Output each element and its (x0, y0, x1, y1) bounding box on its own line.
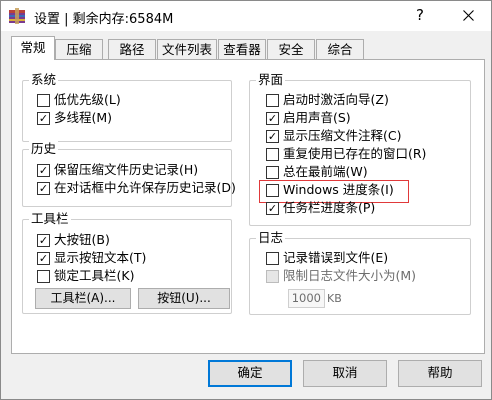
cancel-button[interactable]: 取消 (303, 360, 387, 387)
log-group: 日志 记录错误到文件(E) 限制日志文件大小为(M) 1000 KB (249, 230, 471, 315)
buttons-button[interactable]: 按钮(U)... (138, 288, 230, 309)
winrar-icon (9, 8, 25, 24)
checkbox-box (266, 148, 279, 161)
tab-file-list[interactable]: 文件列表 (157, 39, 217, 59)
checkbox-label: 启动时激活向导(Z) (283, 92, 389, 107)
tab-paths[interactable]: 路径 (108, 39, 156, 59)
interface-group-title: 界面 (256, 72, 286, 88)
history-group-title: 历史 (29, 141, 59, 157)
system-group-title: 系统 (29, 72, 59, 88)
system-group: 系统 低优先级(L) ✓ 多线程(M) (22, 72, 232, 142)
tab-misc[interactable]: 综合 (316, 39, 364, 59)
interface-group: 界面 启动时激活向导(Z) ✓ 启用声音(S) ✓ 显示压缩文件注释(C) 重复… (249, 72, 471, 226)
checkbox-label: 显示压缩文件注释(C) (283, 128, 402, 143)
checkbox-label: 任务栏进度条(P) (283, 200, 376, 215)
window-title: 设置 | 剩余内存:6584M (34, 12, 174, 27)
tab-security[interactable]: 安全 (267, 39, 315, 59)
log-size-unit: KB (327, 292, 342, 305)
checkbox-label: 显示按钮文本(T) (54, 250, 147, 265)
settings-dialog: 设置 | 剩余内存:6584M ? 常规 压缩 路径 文件列表 查看器 安全 综… (0, 0, 492, 400)
checkmark-icon: ✓ (37, 164, 50, 177)
checkbox-label: 启用声音(S) (283, 110, 351, 125)
general-tab-panel: 系统 低优先级(L) ✓ 多线程(M) 历史 ✓ 保留压缩文件历史记录(H) ✓… (11, 59, 485, 354)
help-title-button[interactable]: ? (397, 1, 443, 31)
log-size-input[interactable]: 1000 (288, 289, 325, 308)
checkbox-label: 锁定工具栏(K) (54, 268, 135, 283)
checkbox-label: 保留压缩文件历史记录(H) (54, 162, 199, 177)
checkbox-label: 大按钮(B) (54, 232, 110, 247)
checkmark-icon: ✓ (37, 234, 50, 247)
checkmark-icon: ✓ (37, 112, 50, 125)
checkmark-icon: ✓ (266, 130, 279, 143)
log-group-title: 日志 (256, 230, 286, 246)
checkbox-label: 多线程(M) (54, 110, 113, 125)
tab-general[interactable]: 常规 (11, 36, 55, 60)
checkbox-label: 记录错误到文件(E) (283, 250, 389, 265)
checkbox-box (37, 94, 50, 107)
checkbox-label: 总在最前端(W) (283, 164, 368, 179)
checkbox-label: 重复使用已存在的窗口(R) (283, 146, 427, 161)
checkbox-label: 在对话框中允许保存历史记录(D) (54, 180, 236, 195)
checkbox-box (266, 184, 279, 197)
tab-compression[interactable]: 压缩 (55, 39, 103, 59)
title-bar: 设置 | 剩余内存:6584M ? (1, 1, 491, 31)
checkbox-label: Windows 进度条(I) (283, 182, 394, 197)
checkmark-icon: ✓ (37, 252, 50, 265)
checkmark-icon: ✓ (37, 182, 50, 195)
checkbox-box (266, 252, 279, 265)
history-group: 历史 ✓ 保留压缩文件历史记录(H) ✓ 在对话框中允许保存历史记录(D) (22, 141, 236, 207)
checkbox-box (266, 166, 279, 179)
toolbar-group-title: 工具栏 (29, 211, 71, 227)
checkbox-box (266, 94, 279, 107)
checkbox-label: 限制日志文件大小为(M) (283, 268, 417, 283)
toolbar-button[interactable]: 工具栏(A)... (35, 288, 131, 309)
checkbox-box (266, 270, 279, 283)
close-icon (462, 10, 474, 21)
checkbox-label: 低优先级(L) (54, 92, 121, 107)
checkmark-icon: ✓ (266, 112, 279, 125)
close-button[interactable] (445, 1, 491, 31)
help-button[interactable]: 帮助 (398, 360, 482, 387)
toolbar-group: 工具栏 ✓ 大按钮(B) ✓ 显示按钮文本(T) 锁定工具栏(K) 工具栏(A)… (22, 211, 232, 314)
checkbox-box (37, 270, 50, 283)
tab-viewer[interactable]: 查看器 (218, 39, 266, 59)
checkmark-icon: ✓ (266, 202, 279, 215)
ok-button[interactable]: 确定 (208, 360, 292, 387)
